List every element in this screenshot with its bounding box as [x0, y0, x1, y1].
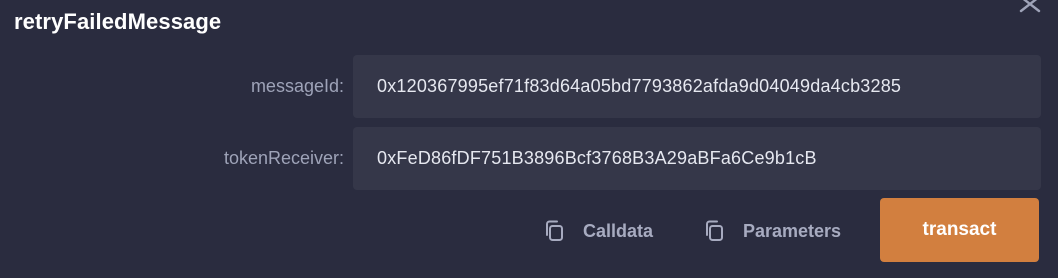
token-receiver-input[interactable]: 0xFeD86fDF751B3896Bcf3768B3A29aBFa6Ce9b1…	[353, 127, 1041, 190]
message-id-label: messageId:	[250, 76, 344, 96]
copy-calldata-button[interactable]: Calldata	[543, 211, 653, 251]
calldata-label: Calldata	[583, 220, 654, 241]
token-receiver-label: tokenReceiver:	[223, 148, 344, 168]
message-id-input[interactable]: 0x120367995ef71f83d64a05bd7793862afda9d0…	[353, 55, 1041, 118]
transact-button[interactable]: transact	[880, 198, 1039, 262]
copy-icon	[546, 220, 563, 241]
copy-parameters-button[interactable]: Parameters	[703, 211, 841, 251]
copy-icon	[706, 220, 723, 241]
close-icon[interactable]	[1016, 0, 1046, 15]
parameters-label: Parameters	[743, 220, 842, 241]
function-title: retryFailedMessage	[14, 9, 222, 34]
